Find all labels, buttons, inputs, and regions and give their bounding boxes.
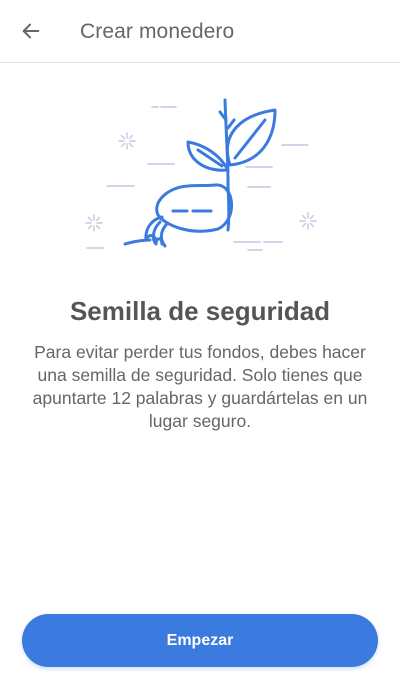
section-description: Para evitar perder tus fondos, debes hac…	[32, 342, 368, 431]
back-button[interactable]	[10, 10, 52, 52]
start-button[interactable]: Empezar	[22, 614, 378, 667]
arrow-left-icon	[22, 23, 40, 39]
sparkle-icons	[85, 132, 317, 232]
decor-lines	[86, 106, 309, 251]
section-title: Semilla de seguridad	[69, 296, 331, 326]
sprout-icon	[123, 98, 277, 248]
create-wallet-screen: Crear monedero Semilla de seguridad Para…	[0, 0, 400, 689]
seed-sprout-illustration	[85, 98, 317, 251]
app-header: Crear monedero	[0, 0, 400, 63]
page-title: Crear monedero	[80, 20, 235, 43]
